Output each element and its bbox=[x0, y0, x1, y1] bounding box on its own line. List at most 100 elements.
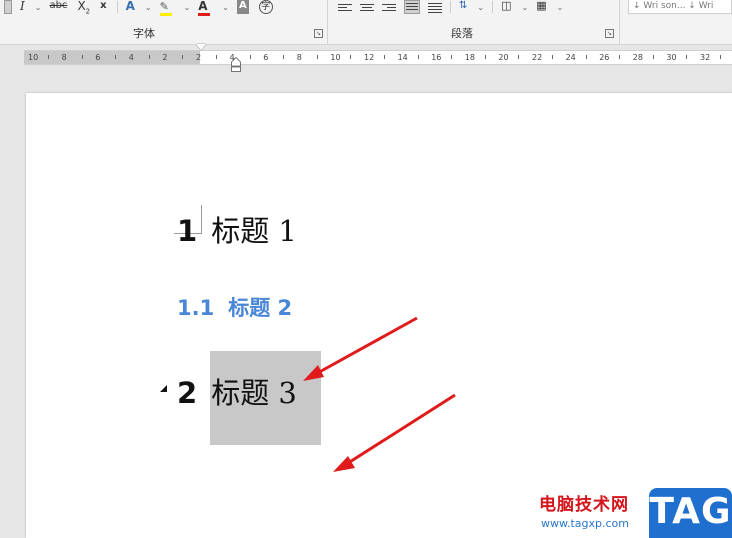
ruler-tick bbox=[720, 55, 721, 59]
font-tools-row: I ⌄ abc X2 x A ⌄ ✎ ⌄ A ⌄ A 字 bbox=[4, 0, 283, 16]
heading-1[interactable]: 1 标题 1 bbox=[177, 208, 297, 250]
ruler-tick bbox=[451, 55, 453, 59]
heading-3[interactable]: 2 标题 3 bbox=[177, 370, 297, 412]
heading-3-number: 2 bbox=[177, 376, 198, 410]
font-color-button[interactable]: A bbox=[198, 0, 212, 16]
subscript-letter: X bbox=[77, 0, 86, 13]
paragraph-group-label: 段落 bbox=[451, 27, 473, 40]
distributed-icon[interactable] bbox=[428, 1, 442, 13]
paragraph-dialog-launcher-icon[interactable]: ↘ bbox=[605, 29, 614, 38]
ruler-label: 16 bbox=[431, 53, 442, 62]
watermark-url: www.tagxp.com bbox=[541, 517, 629, 530]
highlighter-icon: ✎ bbox=[159, 0, 169, 13]
chevron-down-icon[interactable]: ⌄ bbox=[35, 3, 42, 12]
chevron-down-icon[interactable]: ⌄ bbox=[557, 3, 564, 12]
ruler-tick bbox=[283, 55, 285, 59]
justify-icon[interactable] bbox=[404, 0, 420, 14]
heading-2-number: 1.1 bbox=[177, 296, 215, 320]
horizontal-ruler[interactable]: 10 8 6 4 2 2 4 6 8 10 12 14 16 18 20 22 24 26 28 30 32 bbox=[0, 45, 732, 73]
ruler-tick bbox=[518, 55, 520, 59]
chevron-down-icon[interactable]: ⌄ bbox=[184, 3, 191, 12]
italic-button[interactable]: I bbox=[20, 0, 25, 14]
ruler-tick bbox=[249, 55, 251, 59]
ruler-tick bbox=[484, 55, 486, 59]
ruler-strip: 10 8 6 4 2 2 4 6 8 10 12 14 16 18 20 22 24 26 28 30 32 bbox=[24, 50, 732, 65]
ruler-label: 6 bbox=[263, 53, 269, 62]
align-left-icon[interactable] bbox=[338, 1, 352, 13]
divider bbox=[492, 1, 494, 13]
font-color-bar bbox=[198, 13, 211, 16]
ruler-tick bbox=[552, 55, 553, 59]
ruler-tick bbox=[316, 55, 318, 59]
hanging-indent-marker[interactable] bbox=[231, 57, 241, 72]
ruler-tick bbox=[216, 55, 217, 59]
heading-2-text: 标题 2 bbox=[228, 296, 293, 320]
document-area bbox=[0, 73, 732, 538]
ribbon: I ⌄ abc X2 x A ⌄ ✎ ⌄ A ⌄ A 字 字体 ↘ ⇅ ⌄ ◫ … bbox=[0, 0, 732, 45]
ruler-tick bbox=[384, 55, 385, 59]
heading-1-text: 标题 1 bbox=[211, 214, 297, 248]
ruler-tick bbox=[350, 55, 352, 59]
ruler-label: 28 bbox=[632, 53, 643, 62]
ruler-label: 14 bbox=[397, 53, 408, 62]
text-effect-button[interactable]: A bbox=[126, 0, 135, 14]
document-page[interactable] bbox=[26, 93, 732, 538]
font-dialog-launcher-icon[interactable]: ↘ bbox=[314, 29, 323, 38]
collapse-triangle-icon[interactable] bbox=[160, 385, 167, 392]
ruler-label: 6 bbox=[95, 53, 101, 62]
watermark: 电脑技术网 www.tagxp.com TAG bbox=[535, 488, 732, 538]
clear-format-button[interactable]: x bbox=[100, 0, 106, 14]
ruler-tick bbox=[585, 55, 587, 59]
strikethrough-button[interactable]: abc bbox=[49, 0, 67, 14]
first-line-indent-marker[interactable] bbox=[196, 44, 206, 50]
ruler-label: 12 bbox=[364, 53, 375, 62]
ruler-label: 10 bbox=[330, 53, 341, 62]
ruler-margin-shade bbox=[24, 51, 200, 64]
align-right-icon[interactable] bbox=[382, 1, 396, 13]
enclose-characters-button[interactable]: 字 bbox=[258, 0, 273, 14]
chevron-down-icon[interactable]: ⌄ bbox=[477, 3, 484, 12]
style-gallery[interactable]: ↓ Wri son... ↓ Wri bbox=[628, 0, 732, 14]
heading-2[interactable]: 1.1 标题 2 bbox=[177, 292, 292, 322]
ruler-label: 2 bbox=[196, 53, 202, 62]
divider bbox=[116, 1, 118, 13]
ruler-tick bbox=[182, 55, 184, 59]
subscript-mark: 2 bbox=[85, 7, 91, 16]
character-shading-button[interactable]: A bbox=[237, 0, 249, 14]
ruler-label: 10 bbox=[28, 53, 39, 62]
ruler-tick bbox=[652, 55, 654, 59]
font-color-letter: A bbox=[198, 0, 208, 13]
ruler-label: 4 bbox=[128, 53, 134, 62]
ruler-label: 30 bbox=[666, 53, 677, 62]
ruler-label: 22 bbox=[532, 53, 543, 62]
watermark-title: 电脑技术网 bbox=[539, 495, 629, 515]
group-separator bbox=[619, 0, 620, 44]
ruler-tick bbox=[619, 55, 621, 59]
shading-icon[interactable]: ◫ bbox=[501, 0, 511, 14]
chevron-down-icon[interactable]: ⌄ bbox=[522, 3, 529, 12]
chevron-down-icon[interactable]: ⌄ bbox=[145, 3, 152, 12]
borders-icon[interactable]: ▦ bbox=[536, 0, 546, 14]
ruler-label: 2 bbox=[162, 53, 168, 62]
highlight-button[interactable]: ✎ bbox=[159, 0, 174, 16]
watermark-tag-logo: TAG bbox=[649, 488, 732, 538]
ruler-tick bbox=[148, 55, 150, 59]
highlight-color-bar bbox=[159, 13, 172, 16]
font-group-label: 字体 bbox=[133, 27, 155, 40]
ruler-tick bbox=[417, 55, 419, 59]
ruler-label: 8 bbox=[296, 53, 302, 62]
paragraph-tools-row: ⇅ ⌄ ◫ ⌄ ▦ ⌄ bbox=[338, 0, 571, 14]
bold-tail-button[interactable] bbox=[4, 0, 12, 14]
chevron-down-icon[interactable]: ⌄ bbox=[222, 3, 229, 12]
ruler-tick bbox=[48, 55, 49, 59]
align-center-icon[interactable] bbox=[360, 1, 374, 13]
ruler-label: 20 bbox=[498, 53, 509, 62]
ruler-tick bbox=[686, 55, 688, 59]
ruler-tick bbox=[81, 55, 83, 59]
subscript-button[interactable]: X2 bbox=[77, 0, 91, 16]
line-spacing-icon[interactable]: ⇅ bbox=[459, 0, 467, 14]
ruler-tick bbox=[115, 55, 117, 59]
ruler-label: 18 bbox=[464, 53, 475, 62]
heading-3-text: 标题 3 bbox=[211, 376, 297, 410]
heading-1-number: 1 bbox=[177, 214, 198, 248]
